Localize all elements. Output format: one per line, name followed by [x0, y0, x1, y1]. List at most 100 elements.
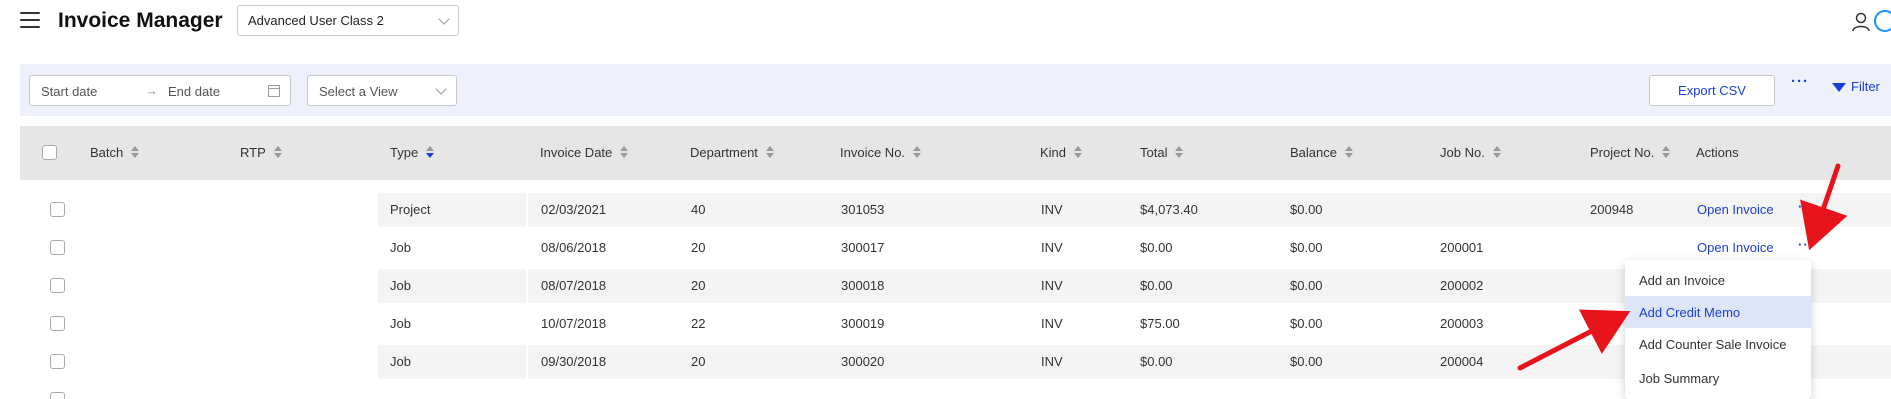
column-header-department[interactable]: Department	[690, 145, 774, 160]
arrow-right-icon: →	[145, 83, 158, 98]
cell-balance: $0.00	[1290, 316, 1323, 331]
end-date-input[interactable]: End date	[168, 84, 220, 99]
column-header-project-no[interactable]: Project No.	[1590, 145, 1671, 160]
start-date-input[interactable]: Start date	[41, 84, 97, 99]
sort-icon[interactable]	[131, 146, 140, 158]
table-row[interactable]: Job 10/07/2018 22 300019 INV $75.00 $0.0…	[20, 305, 1891, 343]
more-options-button[interactable]: ···	[1791, 73, 1809, 90]
filter-button[interactable]: Filter	[1832, 79, 1880, 94]
column-header-invoice-no[interactable]: Invoice No.	[840, 145, 922, 160]
cell-job-no: 200002	[1440, 278, 1484, 293]
app-header: Invoice Manager Advanced User Class 2	[0, 0, 1891, 48]
column-label: Invoice Date	[540, 145, 613, 160]
sort-icon[interactable]	[1662, 146, 1671, 158]
cell-department: 20	[691, 354, 706, 369]
sort-icon[interactable]	[1074, 146, 1083, 158]
cell-balance: $0.00	[1290, 202, 1323, 217]
column-header-actions: Actions	[1696, 145, 1739, 160]
column-label: Kind	[1040, 145, 1067, 160]
sort-icon[interactable]	[1175, 146, 1184, 158]
hamburger-menu-icon[interactable]	[20, 12, 40, 30]
column-label: Total	[1140, 145, 1168, 160]
table-row[interactable]: Job 08/07/2018 20 300018 INV $0.00 $0.00…	[20, 267, 1891, 305]
cell-invoice-no: 300019	[841, 316, 885, 331]
column-header-batch[interactable]: Batch	[90, 145, 140, 160]
cell-kind: INV	[1041, 316, 1063, 331]
column-header-job-no[interactable]: Job No.	[1440, 145, 1501, 160]
cell-invoice-date: 09/30/2018	[541, 354, 607, 369]
page-title: Invoice Manager	[58, 9, 223, 32]
cell-kind: INV	[1041, 202, 1063, 217]
menu-item-add-invoice[interactable]: Add an Invoice	[1625, 264, 1811, 296]
filter-bar: Start date → End date Select a View Expo…	[20, 64, 1891, 116]
cell-department: 40	[691, 202, 706, 217]
cell-total: $75.00	[1140, 316, 1180, 331]
menu-item-add-counter-sale-invoice[interactable]: Add Counter Sale Invoice	[1625, 328, 1811, 360]
column-label: Batch	[90, 145, 124, 160]
filter-label: Filter	[1851, 79, 1880, 94]
view-select-placeholder: Select a View	[319, 84, 398, 99]
menu-item-job-summary[interactable]: Job Summary	[1625, 362, 1811, 394]
table-header: Batch RTP Type Invoice Date Department I…	[20, 126, 1891, 180]
cell-balance: $0.00	[1290, 278, 1323, 293]
sort-icon[interactable]	[273, 146, 282, 158]
column-label: RTP	[240, 145, 266, 160]
row-checkbox[interactable]	[50, 392, 65, 399]
cell-department: 20	[691, 240, 706, 255]
open-invoice-link[interactable]: Open Invoice	[1697, 240, 1774, 255]
table-row[interactable]: Job 09/30/2018 20 300020 INV $0.00 $0.00…	[20, 343, 1891, 381]
row-checkbox[interactable]	[50, 354, 65, 369]
row-actions-menu: Add an Invoice Add Credit Memo Add Count…	[1625, 260, 1811, 399]
table-row[interactable]: Project 02/03/2021 40 301053 INV $4,073.…	[20, 191, 1891, 229]
column-header-invoice-date[interactable]: Invoice Date	[540, 145, 629, 160]
row-actions-more-button[interactable]: ···	[1798, 199, 1814, 214]
cell-kind: INV	[1041, 278, 1063, 293]
cell-type: Project	[390, 202, 431, 217]
sort-icon[interactable]	[426, 146, 435, 158]
cell-total: $4,073.40	[1140, 202, 1198, 217]
sort-icon[interactable]	[913, 146, 922, 158]
cell-job-no: 200004	[1440, 354, 1484, 369]
column-header-kind[interactable]: Kind	[1040, 145, 1083, 160]
cell-invoice-no: 300017	[841, 240, 885, 255]
table-row[interactable]	[20, 381, 1891, 399]
table-row[interactable]: Job 08/06/2018 20 300017 INV $0.00 $0.00…	[20, 229, 1891, 267]
sort-icon[interactable]	[765, 146, 774, 158]
cell-invoice-no: 301053	[841, 202, 885, 217]
column-header-balance[interactable]: Balance	[1290, 145, 1353, 160]
export-csv-button[interactable]: Export CSV	[1649, 75, 1775, 106]
user-class-select[interactable]: Advanced User Class 2	[237, 5, 459, 36]
sort-icon[interactable]	[1492, 146, 1501, 158]
help-icon[interactable]	[1874, 10, 1891, 32]
column-header-rtp[interactable]: RTP	[240, 145, 282, 160]
user-icon[interactable]	[1852, 12, 1870, 32]
row-checkbox[interactable]	[50, 240, 65, 255]
select-all-checkbox[interactable]	[42, 145, 57, 160]
cell-job-no: 200003	[1440, 316, 1484, 331]
sort-icon[interactable]	[620, 146, 629, 158]
row-actions-more-button[interactable]: ···	[1798, 237, 1814, 252]
row-checkbox[interactable]	[50, 202, 65, 217]
open-invoice-link[interactable]: Open Invoice	[1697, 202, 1774, 217]
view-select[interactable]: Select a View	[307, 75, 457, 106]
date-range-picker[interactable]: Start date → End date	[29, 75, 291, 106]
filter-icon	[1832, 83, 1846, 92]
cell-invoice-date: 08/06/2018	[541, 240, 607, 255]
cell-kind: INV	[1041, 354, 1063, 369]
column-label: Type	[390, 145, 419, 160]
cell-department: 20	[691, 278, 706, 293]
row-checkbox[interactable]	[50, 278, 65, 293]
chevron-down-icon	[435, 83, 447, 95]
cell-total: $0.00	[1140, 354, 1173, 369]
cell-invoice-date: 08/07/2018	[541, 278, 607, 293]
calendar-icon[interactable]	[268, 85, 280, 97]
column-label: Project No.	[1590, 145, 1655, 160]
cell-type: Job	[390, 354, 411, 369]
sort-icon[interactable]	[1344, 146, 1353, 158]
column-header-type[interactable]: Type	[390, 145, 435, 160]
menu-item-add-credit-memo[interactable]: Add Credit Memo	[1625, 296, 1811, 328]
cell-total: $0.00	[1140, 278, 1173, 293]
column-label: Job No.	[1440, 145, 1485, 160]
row-checkbox[interactable]	[50, 316, 65, 331]
column-header-total[interactable]: Total	[1140, 145, 1184, 160]
